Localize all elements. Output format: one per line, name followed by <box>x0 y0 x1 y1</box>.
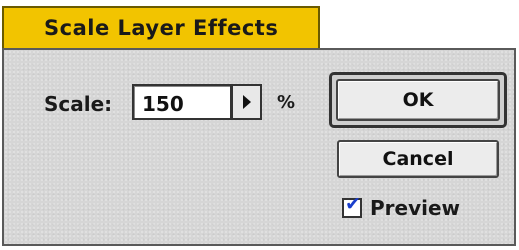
scale-label: Scale: <box>44 92 113 116</box>
triangle-right-icon <box>242 95 251 109</box>
checkmark-icon: ✔ <box>345 193 361 215</box>
preview-label: Preview <box>370 196 461 220</box>
preview-option[interactable]: ✔ Preview <box>342 193 461 220</box>
scale-slider-toggle[interactable] <box>232 84 262 120</box>
dialog-panel: Scale: % OK Cancel ✔ Preview <box>2 48 516 246</box>
scale-input[interactable] <box>132 84 232 120</box>
title-tab: Scale Layer Effects <box>2 6 320 50</box>
preview-checkbox[interactable]: ✔ <box>342 193 362 218</box>
percent-unit-label: % <box>277 92 296 113</box>
dialog-title: Scale Layer Effects <box>44 16 279 40</box>
cancel-button[interactable]: Cancel <box>337 140 499 178</box>
ok-button[interactable]: OK <box>336 79 500 121</box>
default-button-ring: OK <box>329 72 507 128</box>
scale-layer-effects-window: Scale Layer Effects Scale: % OK Cancel ✔… <box>0 0 519 250</box>
